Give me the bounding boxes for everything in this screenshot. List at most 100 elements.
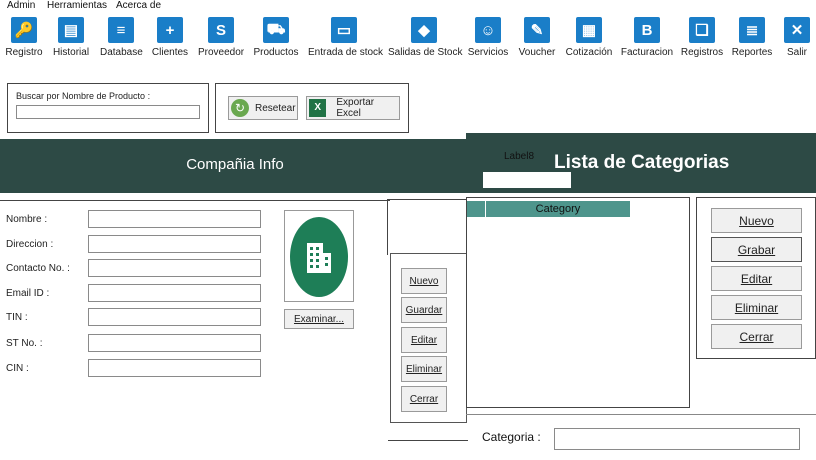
categories-grid[interactable]: Category — [466, 197, 690, 408]
st-no-field[interactable] — [88, 334, 261, 352]
categoria-field[interactable] — [554, 428, 800, 450]
export-excel-label: Exportar Excel — [336, 97, 375, 119]
toolbar-label: Servicios — [467, 47, 509, 58]
search-actions-group: ↻ Resetear X Exportar Excel — [215, 83, 409, 133]
st-no-label: ST No. : — [6, 338, 43, 349]
company-edit-button[interactable]: Editar — [401, 327, 447, 353]
voucher-icon: ✎ — [524, 17, 550, 43]
toolbar-button-registros[interactable]: ❑ Registros — [680, 16, 724, 62]
toolbar-label: Registros — [680, 47, 724, 58]
toolbar: 🔑 Registro ▤ Historial ≡ Database + Clie… — [0, 14, 816, 62]
search-group: Buscar por Nombre de Producto : — [7, 83, 209, 133]
toolbar-label: Salidas de Stock — [388, 47, 463, 58]
categories-save-button[interactable]: Grabar — [711, 237, 802, 262]
inbox-icon: ▭ — [331, 17, 357, 43]
toolbar-label: Salir — [786, 47, 807, 58]
database-icon: ≡ — [108, 17, 134, 43]
close-icon: ✕ — [784, 17, 810, 43]
categories-header: Label8 Lista de Categorias — [466, 133, 816, 193]
tin-label: TIN : — [6, 312, 28, 323]
toolbar-button-cotizacion[interactable]: ▦ Cotización — [564, 16, 614, 62]
search-label: Buscar por Nombre de Producto : — [16, 91, 151, 101]
categories-edit-button[interactable]: Editar — [711, 266, 802, 291]
book-icon: ❑ — [689, 17, 715, 43]
toolbar-label: Entrada de stock — [308, 47, 384, 58]
cart-icon: ⛟ — [263, 17, 289, 43]
toolbar-label: Clientes — [151, 47, 189, 58]
tag-icon: ◆ — [411, 17, 437, 43]
company-panel-top — [387, 199, 467, 255]
excel-icon: X — [309, 99, 327, 117]
toolbar-button-proveedor[interactable]: S Proveedor — [198, 16, 244, 62]
toolbar-label: Voucher — [518, 47, 556, 58]
direccion-field[interactable] — [88, 235, 261, 253]
toolbar-label: Database — [100, 47, 143, 58]
categoria-label: Categoria : — [482, 430, 541, 444]
toolbar-label: Cotización — [565, 47, 613, 58]
browse-button-label: Examinar... — [293, 313, 345, 325]
email-label: Email ID : — [6, 288, 50, 299]
company-info-header: Compañia Info — [0, 139, 470, 193]
calculator-icon: ▦ — [576, 17, 602, 43]
label8-input[interactable] — [483, 172, 571, 188]
toolbar-label: Registro — [5, 47, 43, 58]
company-delete-button[interactable]: Eliminar — [401, 356, 447, 382]
toolbar-button-salidas-de-stock[interactable]: ◆ Salidas de Stock — [388, 16, 463, 62]
cin-field[interactable] — [88, 359, 261, 377]
toolbar-button-clientes[interactable]: + Clientes — [151, 16, 189, 62]
direccion-label: Direccion : — [6, 239, 54, 250]
categories-close-button[interactable]: Cerrar — [711, 324, 802, 349]
contacto-field[interactable] — [88, 259, 261, 277]
divider — [466, 414, 816, 415]
company-actions-panel: Nuevo Guardar Editar Eliminar Cerrar — [390, 253, 467, 423]
label8: Label8 — [504, 151, 535, 162]
export-excel-button[interactable]: X Exportar Excel — [306, 96, 400, 120]
company-close-button[interactable]: Cerrar — [401, 386, 447, 412]
row-header-cell — [467, 201, 485, 217]
toolbar-button-voucher[interactable]: ✎ Voucher — [517, 16, 557, 62]
menu-admin[interactable]: Admin — [7, 0, 35, 12]
id-card-icon: ▤ — [58, 17, 84, 43]
search-input[interactable] — [16, 105, 200, 119]
toolbar-button-salir[interactable]: ✕ Salir — [782, 16, 812, 62]
nombre-field[interactable] — [88, 210, 261, 228]
toolbar-button-reportes[interactable]: ≣ Reportes — [731, 16, 773, 62]
contacto-label: Contacto No. : — [6, 263, 70, 274]
company-new-button[interactable]: Nuevo — [401, 268, 447, 294]
company-save-button[interactable]: Guardar — [401, 297, 447, 323]
browse-button[interactable]: Examinar... — [284, 309, 354, 329]
divider — [0, 200, 390, 201]
toolbar-button-servicios[interactable]: ☺ Servicios — [467, 16, 509, 62]
divider — [388, 440, 468, 441]
toolbar-label: Proveedor — [198, 47, 245, 58]
invoice-icon: B — [634, 17, 660, 43]
toolbar-label: Reportes — [731, 47, 773, 58]
categories-new-button[interactable]: Nuevo — [711, 208, 802, 233]
toolbar-button-database[interactable]: ≡ Database — [100, 16, 143, 62]
report-icon: ≣ — [739, 17, 765, 43]
toolbar-button-facturacion[interactable]: B Facturacion — [620, 16, 674, 62]
toolbar-label: Productos — [253, 47, 299, 58]
tin-field[interactable] — [88, 308, 261, 326]
company-info-title: Compañia Info — [186, 156, 284, 173]
toolbar-button-productos[interactable]: ⛟ Productos — [253, 16, 299, 62]
toolbar-button-registro[interactable]: 🔑 Registro — [4, 16, 44, 62]
toolbar-label: Historial — [52, 47, 90, 58]
category-column-header[interactable]: Category — [486, 201, 630, 217]
email-field[interactable] — [88, 284, 261, 302]
smiley-icon: ☺ — [475, 17, 501, 43]
categories-title: Lista de Categorias — [554, 152, 730, 173]
menu-acerca-de[interactable]: Acerca de — [116, 0, 161, 12]
reset-button-label: Resetear — [255, 102, 296, 114]
categories-actions-panel: Nuevo Grabar Editar Eliminar Cerrar — [696, 197, 816, 359]
menu-bar: Admin Herramientas Acerca de — [0, 0, 816, 14]
toolbar-button-historial[interactable]: ▤ Historial — [50, 16, 92, 62]
refresh-icon: ↻ — [231, 99, 249, 117]
categories-delete-button[interactable]: Eliminar — [711, 295, 802, 320]
reset-button[interactable]: ↻ Resetear — [228, 96, 298, 120]
supplier-icon: S — [208, 17, 234, 43]
toolbar-button-entrada-de-stock[interactable]: ▭ Entrada de stock — [308, 16, 384, 62]
menu-herramientas[interactable]: Herramientas — [47, 0, 107, 12]
nombre-label: Nombre : — [6, 214, 48, 225]
toolbar-label: Facturacion — [620, 47, 674, 58]
